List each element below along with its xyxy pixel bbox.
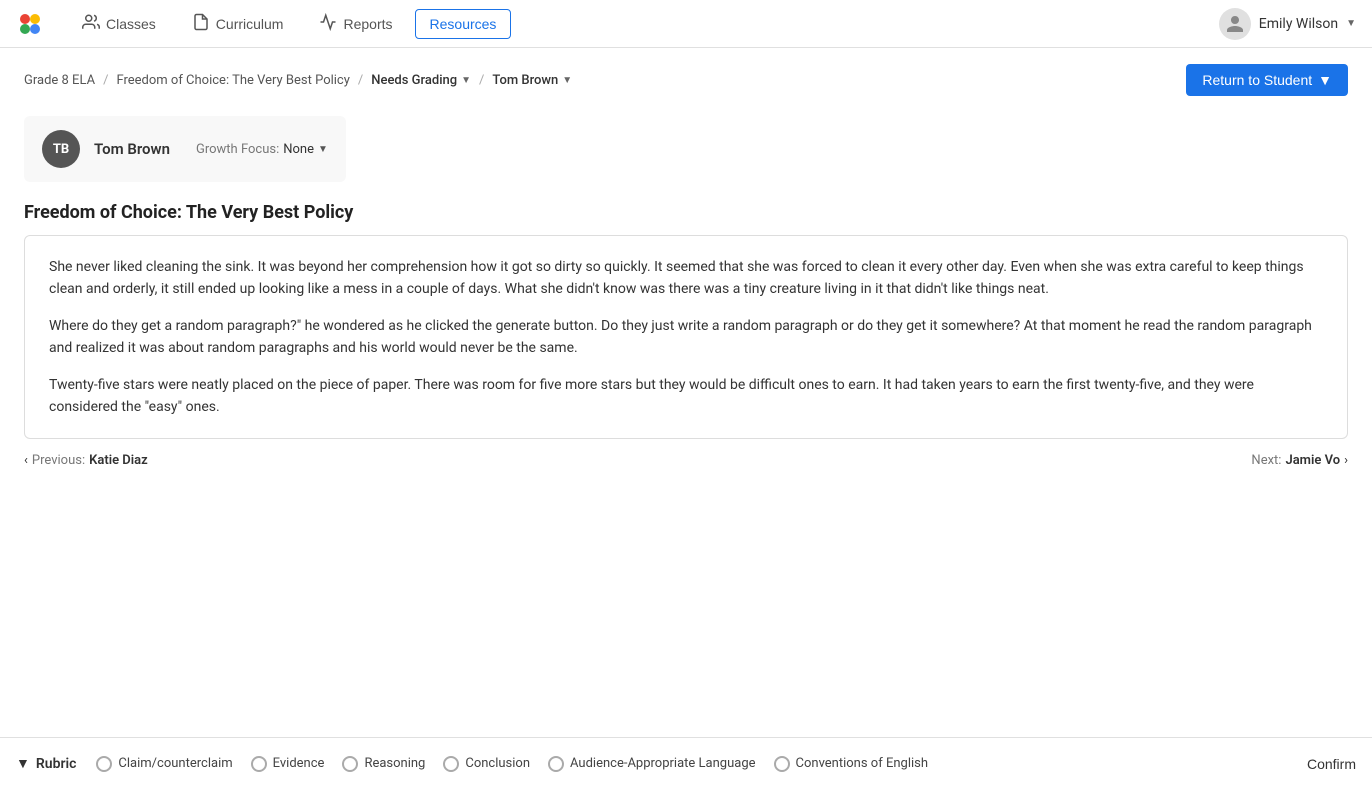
avatar [1219,8,1251,40]
next-chevron-icon: › [1344,453,1348,468]
prev-chevron-icon: ‹ [24,453,28,468]
breadcrumb-assignment[interactable]: Freedom of Choice: The Very Best Policy [116,73,349,88]
next-student-button[interactable]: Next: Jamie Vo › [1251,453,1348,468]
previous-label: Previous: [32,453,85,468]
rubric-radio-reasoning[interactable] [342,756,358,772]
rubric-item-conclusion[interactable]: Conclusion [443,756,530,772]
rubric-items: Claim/counterclaim Evidence Reasoning Co… [96,756,1307,772]
rubric-label: Rubric [36,756,77,772]
rubric-reasoning-label: Reasoning [364,756,425,771]
next-student-name: Jamie Vo [1285,453,1340,468]
rubric-bar: ▼ Rubric Claim/counterclaim Evidence Rea… [0,737,1372,789]
student-chevron-icon: ▼ [562,75,572,86]
breadcrumb-sep-3: / [479,73,484,88]
student-avatar: TB [42,130,80,168]
rubric-chevron-icon: ▼ [16,755,30,772]
status-chevron-icon: ▼ [461,75,471,86]
breadcrumb-sep-1: / [103,73,108,88]
essay-paragraph-3: Twenty-five stars were neatly placed on … [49,374,1323,419]
nav-resources-label: Resources [430,16,497,32]
curriculum-icon [192,13,210,34]
nav-curriculum[interactable]: Curriculum [178,7,298,40]
rubric-radio-audience[interactable] [548,756,564,772]
top-nav: Classes Curriculum Reports Resources Emi… [0,0,1372,48]
confirm-button[interactable]: Confirm [1307,756,1356,772]
rubric-item-conventions[interactable]: Conventions of English [774,756,929,772]
rubric-toggle[interactable]: ▼ Rubric [16,755,76,772]
nav-resources[interactable]: Resources [415,9,512,39]
breadcrumb-grade[interactable]: Grade 8 ELA [24,73,95,88]
growth-focus-label: Growth Focus: [196,142,279,157]
user-chevron-icon: ▼ [1346,18,1356,29]
growth-focus: Growth Focus: None ▼ [196,142,328,157]
rubric-radio-conclusion[interactable] [443,756,459,772]
previous-student-button[interactable]: ‹ Previous: Katie Diaz [24,453,148,468]
rubric-item-audience[interactable]: Audience-Appropriate Language [548,756,756,772]
return-chevron-icon: ▼ [1318,72,1332,88]
nav-curriculum-label: Curriculum [216,16,284,32]
breadcrumb-status[interactable]: Needs Grading ▼ [371,73,471,88]
previous-student-name: Katie Diaz [89,453,148,468]
nav-items: Classes Curriculum Reports Resources [68,7,1219,40]
growth-focus-value: None [283,142,314,157]
rubric-radio-evidence[interactable] [251,756,267,772]
essay-paragraph-2: Where do they get a random paragraph?" h… [49,315,1323,360]
nav-reports[interactable]: Reports [305,7,406,40]
growth-focus-chevron-icon[interactable]: ▼ [318,144,328,155]
breadcrumb-sep-2: / [358,73,363,88]
rubric-audience-label: Audience-Appropriate Language [570,756,756,771]
essay-title: Freedom of Choice: The Very Best Policy [24,202,1348,223]
essay-content: She never liked cleaning the sink. It wa… [24,235,1348,439]
return-to-student-button[interactable]: Return to Student ▼ [1186,64,1348,96]
breadcrumb: Grade 8 ELA / Freedom of Choice: The Ver… [0,48,1372,96]
rubric-claim-label: Claim/counterclaim [118,756,232,771]
breadcrumb-student[interactable]: Tom Brown ▼ [492,73,572,88]
classes-icon [82,13,100,34]
nav-classes-label: Classes [106,16,156,32]
rubric-radio-claim[interactable] [96,756,112,772]
student-navigation: ‹ Previous: Katie Diaz Next: Jamie Vo › [24,453,1348,468]
rubric-radio-conventions[interactable] [774,756,790,772]
nav-classes[interactable]: Classes [68,7,170,40]
user-area[interactable]: Emily Wilson ▼ [1219,8,1356,40]
rubric-conventions-label: Conventions of English [796,756,929,771]
rubric-item-evidence[interactable]: Evidence [251,756,325,772]
rubric-evidence-label: Evidence [273,756,325,771]
student-name: Tom Brown [94,140,170,158]
rubric-conclusion-label: Conclusion [465,756,530,771]
next-label: Next: [1251,453,1281,468]
rubric-item-reasoning[interactable]: Reasoning [342,756,425,772]
rubric-item-claim[interactable]: Claim/counterclaim [96,756,232,772]
user-name: Emily Wilson [1259,16,1338,32]
app-logo [16,10,44,38]
essay-paragraph-1: She never liked cleaning the sink. It wa… [49,256,1323,301]
student-card: TB Tom Brown Growth Focus: None ▼ [24,116,346,182]
nav-reports-label: Reports [343,16,392,32]
reports-icon [319,13,337,34]
